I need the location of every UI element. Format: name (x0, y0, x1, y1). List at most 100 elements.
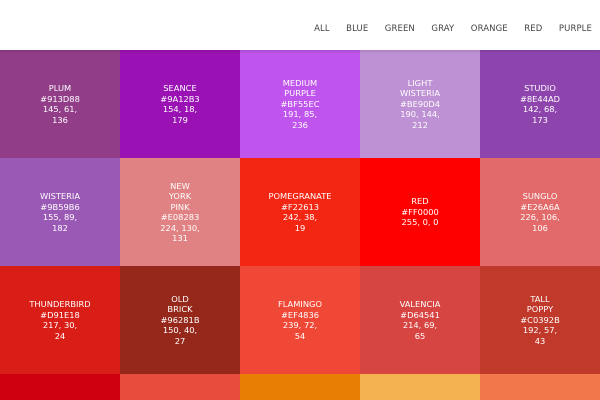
color-name: SUNGLO (522, 191, 558, 201)
color-name: OLD (171, 293, 189, 304)
color-tile[interactable]: PLUM #913D88 145, 61, 136 (0, 50, 120, 158)
color-rgb: 239, 72, (282, 320, 318, 330)
color-name: RED (411, 196, 429, 207)
color-tile[interactable]: NEW YORK PINK #E08283 224, 130, 131 (120, 158, 240, 266)
color-name: PURPLE (284, 88, 316, 99)
color-name: POPPY (526, 304, 554, 315)
color-hex: #EF4836 (280, 309, 320, 320)
color-name: YORK (168, 191, 192, 201)
filter-blue[interactable]: BLUE (346, 24, 368, 34)
color-tile[interactable]: TALL POPPY #C0392B 192, 57, 43 (480, 266, 600, 374)
color-hex: #E08283 (160, 212, 200, 222)
color-grid: PLUM #913D88 145, 61, 136 SEANCE #9A12B3 154, … (0, 50, 600, 400)
color-rgb: 43 (534, 335, 546, 346)
filter-purple[interactable]: PURPLE (559, 24, 592, 34)
color-tile[interactable]: STUDIO #8E44AD 142, 68, 173 (480, 50, 600, 158)
color-tile[interactable]: LIGHT WISTERIA #BE90D4 190, 144, 212 (360, 50, 480, 158)
color-tile[interactable] (240, 374, 360, 400)
color-rgb: 24 (54, 330, 66, 341)
color-tile[interactable]: OLD BRICK #96281B 150, 40, 27 (120, 266, 240, 374)
color-rgb: 173 (532, 114, 548, 125)
color-name: NEW (170, 180, 190, 191)
color-info: MEDIUM PURPLE #BF55EC 191, 85, 236 (280, 78, 319, 131)
color-name: LIGHT (407, 77, 433, 88)
color-hex: #F22613 (280, 201, 320, 212)
color-rgb: 145, 61, (42, 104, 78, 114)
color-name: MEDIUM (282, 77, 318, 88)
color-info: FLAMINGO #EF4836 239, 72, 54 (278, 299, 322, 341)
color-info: PLUM #913D88 145, 61, 136 (40, 83, 80, 125)
color-hex: #9B59B6 (40, 201, 80, 212)
filter-red[interactable]: RED (524, 24, 542, 34)
filter-orange[interactable]: ORANGE (471, 24, 508, 34)
color-tile[interactable] (120, 374, 240, 400)
color-name: FLAMINGO (277, 299, 323, 309)
color-rgb: 54 (294, 330, 306, 341)
color-name: PINK (170, 201, 190, 212)
color-info: NEW YORK PINK #E08283 224, 130, 131 (160, 181, 200, 244)
color-info: SEANCE #9A12B3 154, 18, 179 (160, 83, 199, 125)
color-tile[interactable] (480, 374, 600, 400)
color-info: RED #FF0000 255, 0, 0 (401, 196, 439, 228)
color-tile[interactable]: WISTERIA #9B59B6 155, 89, 182 (0, 158, 120, 266)
color-tile[interactable]: VALENCIA #D64541 214, 69, 65 (360, 266, 480, 374)
color-tile[interactable]: POMEGRANATE #F22613 242, 38, 19 (240, 158, 360, 266)
color-tile[interactable]: SEANCE #9A12B3 154, 18, 179 (120, 50, 240, 158)
filter-nav: ALL BLUE GREEN GRAY ORANGE RED PURPLE (298, 16, 592, 35)
color-rgb: 255, 0, 0 (401, 217, 439, 228)
color-rgb: 217, 30, (42, 320, 78, 330)
color-rgb: 19 (294, 222, 306, 233)
color-rgb: 27 (174, 335, 186, 346)
color-rgb: 226, 106, (520, 212, 560, 222)
color-name: THUNDERBIRD (29, 299, 91, 309)
color-rgb: 179 (172, 114, 188, 125)
color-tile[interactable]: FLAMINGO #EF4836 239, 72, 54 (240, 266, 360, 374)
top-bar: ALL BLUE GREEN GRAY ORANGE RED PURPLE (0, 0, 600, 50)
color-rgb: 65 (414, 330, 426, 341)
color-info: LIGHT WISTERIA #BE90D4 190, 144, 212 (400, 78, 440, 131)
color-hex: #BE90D4 (399, 98, 441, 109)
color-name: POMEGRANATE (268, 191, 332, 201)
color-rgb: 182 (52, 222, 68, 233)
filter-green[interactable]: GREEN (385, 24, 415, 34)
color-rgb: 106 (532, 222, 548, 233)
color-rgb: 142, 68, (522, 104, 558, 114)
filter-all[interactable]: ALL (314, 24, 330, 34)
color-info: WISTERIA #9B59B6 155, 89, 182 (40, 191, 80, 233)
color-rgb: 224, 130, (160, 222, 200, 233)
color-rgb: 136 (52, 114, 68, 125)
color-rgb: 190, 144, (400, 109, 440, 120)
color-tile[interactable]: THUNDERBIRD #D91E18 217, 30, 24 (0, 266, 120, 374)
color-tile[interactable]: MEDIUM PURPLE #BF55EC 191, 85, 236 (240, 50, 360, 158)
color-tile[interactable]: RED #FF0000 255, 0, 0 (360, 158, 480, 266)
color-info: POMEGRANATE #F22613 242, 38, 19 (268, 191, 331, 233)
color-hex: #96281B (160, 314, 200, 325)
color-info: SUNGLO #E26A6A 226, 106, 106 (520, 191, 560, 233)
color-info: VALENCIA #D64541 214, 69, 65 (400, 299, 441, 341)
color-name: TALL (530, 293, 550, 304)
color-tile[interactable] (0, 374, 120, 400)
color-hex: #FF0000 (401, 206, 439, 217)
color-name: STUDIO (524, 83, 556, 93)
color-info: TALL POPPY #C0392B 192, 57, 43 (520, 294, 560, 347)
color-tile[interactable] (360, 374, 480, 400)
color-rgb: 214, 69, (402, 320, 438, 330)
filter-gray[interactable]: GRAY (431, 24, 454, 34)
color-hex: #C0392B (520, 314, 560, 325)
color-rgb: 192, 57, (522, 325, 558, 336)
color-name: BRICK (167, 304, 193, 315)
color-hex: #D64541 (400, 309, 440, 320)
color-hex: #BF55EC (280, 98, 320, 109)
color-name: WISTERIA (39, 191, 81, 201)
color-hex: #913D88 (40, 93, 80, 104)
color-rgb: 242, 38, (282, 212, 318, 222)
color-rgb: 131 (172, 233, 188, 243)
color-rgb: 150, 40, (162, 325, 198, 336)
color-hex: #D91E18 (40, 309, 80, 320)
color-tile[interactable]: SUNGLO #E26A6A 226, 106, 106 (480, 158, 600, 266)
color-info: STUDIO #8E44AD 142, 68, 173 (520, 83, 560, 125)
color-rgb: 236 (292, 119, 308, 130)
color-name: VALENCIA (399, 299, 441, 309)
color-info: OLD BRICK #96281B 150, 40, 27 (160, 294, 199, 347)
color-rgb: 155, 89, (42, 212, 78, 222)
